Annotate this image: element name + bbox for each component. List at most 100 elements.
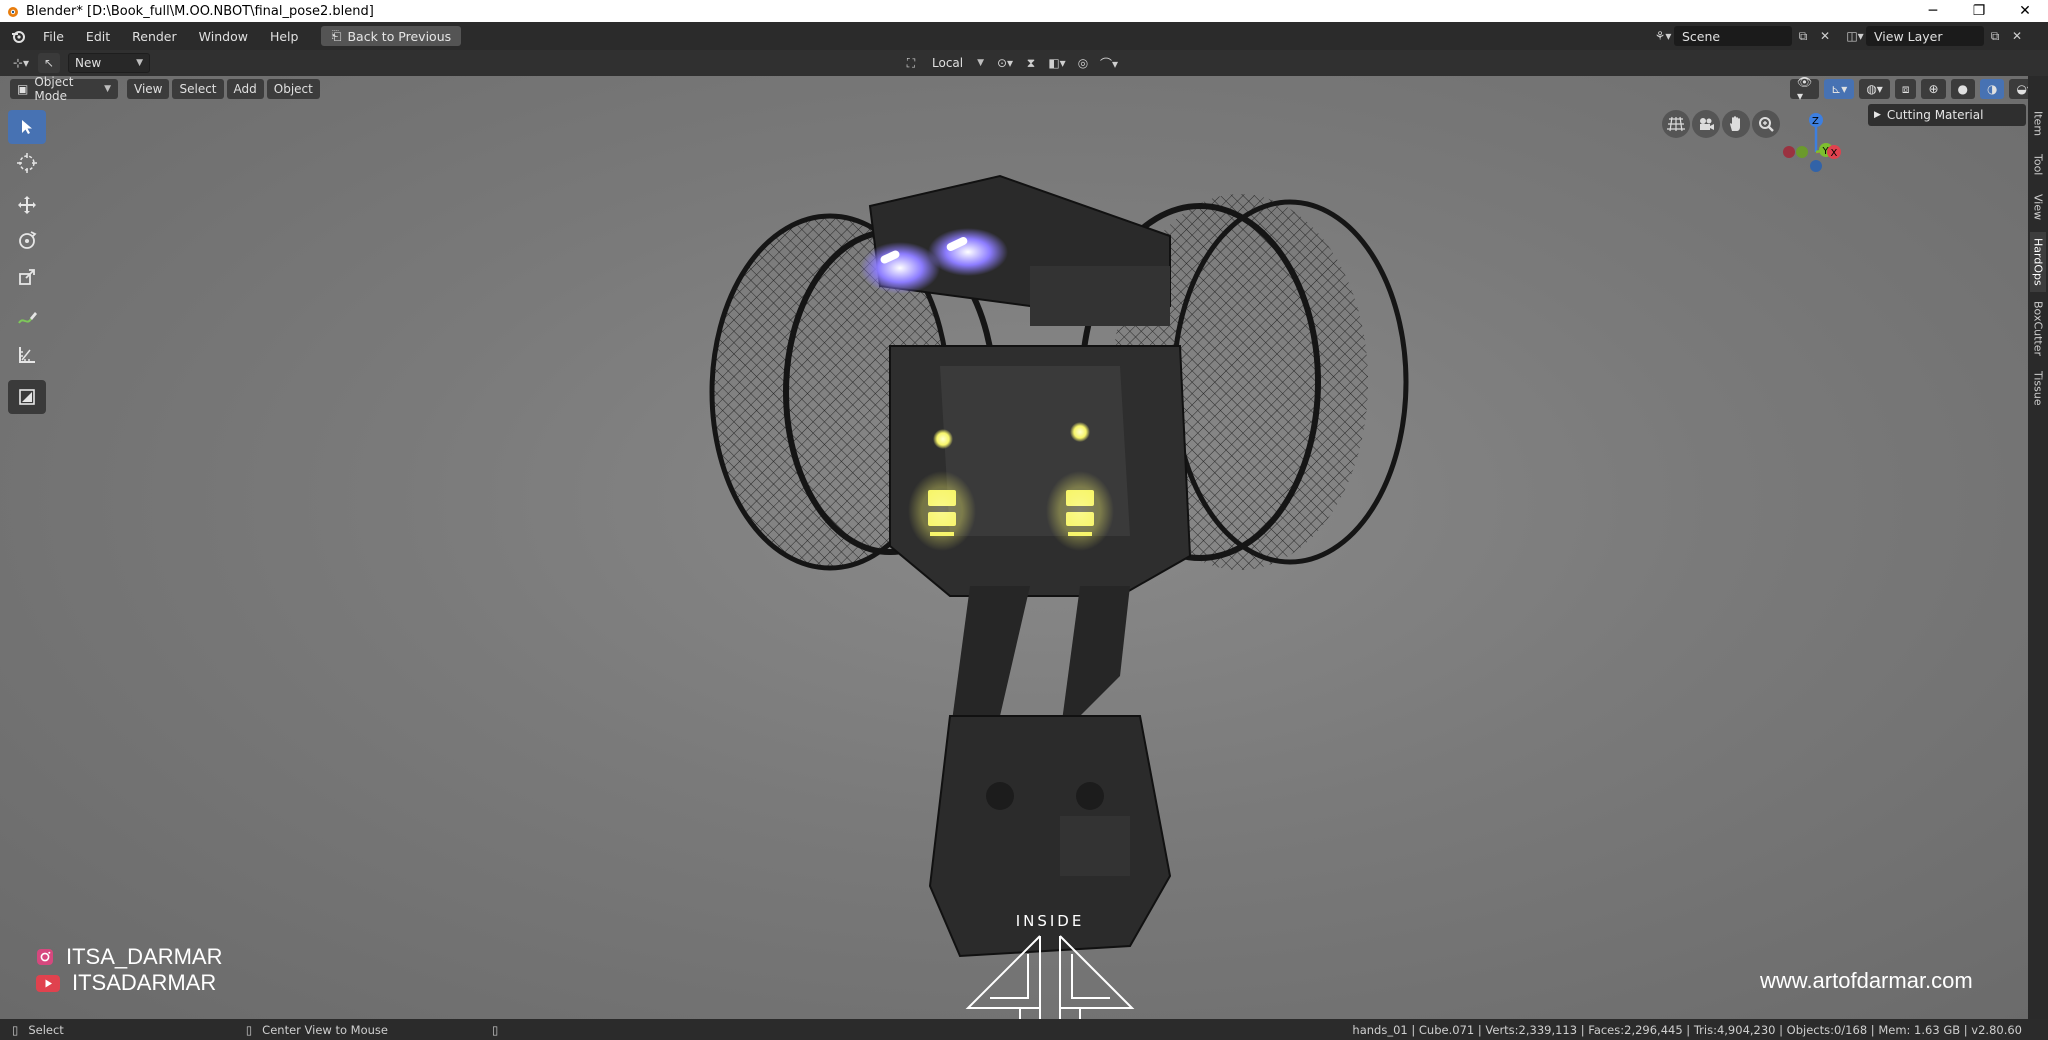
negative-y-axis-icon[interactable] (1796, 146, 1808, 158)
pivot-point-icon[interactable]: ⊙▾ (994, 53, 1016, 73)
youtube-credit: ITSADARMAR (36, 970, 216, 996)
minimize-button[interactable]: ─ (1910, 0, 1956, 22)
overlays-icon[interactable]: ◍▾ (1859, 79, 1890, 99)
top-menubar: File Edit Render Window Help ⎗ Back to P… (0, 22, 2048, 50)
camera-icon (1700, 118, 1714, 130)
transform-controls: ⛶ Local ▼ ⊙▾ ⧗ ◧▾ ◎ ⌒▾ (900, 53, 1120, 73)
object-mode-icon: ▣ (17, 82, 29, 96)
instagram-icon (37, 949, 53, 965)
visibility-icon[interactable]: 👁▾ (1790, 76, 1820, 103)
cutting-material-panel[interactable]: ▶ Cutting Material (1868, 104, 2026, 126)
menu-edit[interactable]: Edit (75, 22, 121, 50)
navigation-gizmo[interactable]: Y Z X (1772, 106, 1862, 190)
3d-cursor-icon (17, 153, 37, 173)
object-menu[interactable]: Object (266, 79, 320, 99)
menu-render[interactable]: Render (121, 22, 188, 50)
transform-orientation-dropdown[interactable]: Local ▼ (926, 53, 990, 73)
window-titlebar: Blender* [D:\Book_full\M.OO.NBOT\final_p… (0, 0, 2048, 22)
menu-window[interactable]: Window (188, 22, 259, 50)
material-shading-icon[interactable]: ◑ (1980, 79, 2005, 99)
new-view-layer-icon[interactable]: ⧉ (1984, 26, 2006, 46)
menu-file[interactable]: File (32, 22, 75, 50)
gizmo-toggle-icon[interactable]: ⊾▾ (1824, 79, 1855, 99)
scale-tool[interactable] (8, 260, 46, 294)
add-menu[interactable]: Add (226, 79, 264, 99)
viewport-header: ▣ Object Mode ▼ View Select Add Object 👁… (0, 76, 2028, 103)
logo-inside-text: INSIDE (1016, 914, 1085, 930)
object-mode-label: Object Mode (34, 76, 74, 103)
measure-ruler-icon (19, 347, 35, 363)
rendered-shading-icon[interactable]: ◒▾ (2009, 79, 2028, 99)
transform-orientation-label: Local (932, 56, 964, 70)
pan-view-button[interactable] (1722, 110, 1750, 138)
proportional-edit-icon[interactable]: ◎ (1072, 53, 1094, 73)
tab-item[interactable]: Item (2030, 106, 2046, 142)
back-to-previous-button[interactable]: ⎗ Back to Previous (321, 26, 462, 46)
scene-name-field[interactable]: Scene (1674, 26, 1792, 46)
tool-header: ⊹▾ ↖ New ▼ ⛶ Local ▼ ⊙▾ ⧗ ◧▾ ◎ ⌒▾ (0, 50, 2048, 76)
rotate-tool[interactable] (8, 224, 46, 258)
new-scene-icon[interactable]: ⧉ (1792, 26, 1814, 46)
grid-perspective-icon (1667, 116, 1685, 132)
snap-target-icon[interactable]: ◧▾ (1046, 53, 1068, 73)
solid-shading-icon[interactable]: ● (1950, 79, 1975, 99)
rotate-icon (19, 231, 37, 249)
measure-tool[interactable] (8, 338, 46, 372)
mouse-left-icon: ▯ (12, 1022, 19, 1037)
sidebar-tabs: Item Tool View HardOps BoxCutter Tissue (2028, 76, 2048, 1019)
status-bar: ▯ Select ▯ Center View to Mouse ▯ hands_… (0, 1019, 2048, 1040)
view-menu[interactable]: View (127, 79, 170, 99)
annotate-tool[interactable] (8, 302, 46, 336)
close-button[interactable]: ✕ (2002, 0, 2048, 22)
tab-view[interactable]: View (2030, 188, 2046, 226)
window-title: Blender* [D:\Book_full\M.OO.NBOT\final_p… (26, 3, 374, 19)
back-icon: ⎗ (331, 28, 342, 43)
scene-selector-group: ⚘▾ Scene ⧉ ✕ ◫▾ View Layer ⧉ ✕ (1652, 26, 2028, 46)
view-layer-field[interactable]: View Layer (1866, 26, 1984, 46)
active-tool-icon[interactable]: ↖ (38, 53, 60, 73)
negative-z-axis-icon[interactable] (1810, 160, 1822, 172)
new-dropdown[interactable]: New ▼ (68, 53, 150, 73)
scale-icon (19, 269, 35, 285)
tab-boxcutter[interactable]: BoxCutter (2030, 298, 2046, 360)
mouse-middle-icon: ▯ (245, 1022, 253, 1037)
snap-icon[interactable]: ⧗ (1020, 53, 1042, 73)
back-to-previous-label: Back to Previous (347, 28, 452, 44)
annotate-pencil-icon (18, 312, 37, 324)
viewport-shading-controls: 👁▾ ⊾▾ ◍▾ ⧈ ⊕ ● ◑ ◒▾ (1790, 76, 2028, 103)
blender-menu-icon[interactable] (4, 22, 32, 50)
select-box-tool[interactable] (8, 110, 46, 144)
status-center-view-label: Center View to Mouse (262, 1022, 388, 1037)
hardops-tool[interactable] (8, 380, 46, 414)
cursor-arrow-icon (22, 120, 32, 134)
move-tool[interactable] (8, 188, 46, 222)
robot-3d-model[interactable] (700, 116, 1420, 1019)
tab-tool[interactable]: Tool (2030, 148, 2046, 182)
editor-type-icon[interactable]: ⊹▾ (10, 53, 32, 73)
view-layer-browse-icon[interactable]: ◫▾ (1844, 26, 1866, 46)
x-axis-label: X (1831, 148, 1838, 159)
toggle-perspective-button[interactable] (1662, 110, 1690, 138)
select-menu[interactable]: Select (172, 79, 224, 99)
chevron-down-icon: ▼ (977, 58, 984, 68)
delete-scene-icon[interactable]: ✕ (1814, 26, 1836, 46)
camera-view-button[interactable] (1692, 110, 1720, 138)
hardops-icon (19, 389, 35, 405)
restore-button[interactable]: ❐ (1956, 0, 2002, 22)
delete-view-layer-icon[interactable]: ✕ (2006, 26, 2028, 46)
object-mode-dropdown[interactable]: ▣ Object Mode ▼ (10, 76, 118, 103)
tab-tissue[interactable]: Tissue (2030, 366, 2046, 410)
negative-x-axis-icon[interactable] (1783, 146, 1795, 158)
wireframe-shading-icon[interactable]: ⊕ (1921, 79, 1946, 99)
3d-viewport[interactable]: ▣ Object Mode ▼ View Select Add Object 👁… (0, 76, 2028, 1019)
falloff-icon[interactable]: ⌒▾ (1098, 53, 1120, 73)
xray-icon[interactable]: ⧈ (1894, 79, 1917, 99)
tab-hardops[interactable]: HardOps (2030, 232, 2046, 292)
scene-browse-icon[interactable]: ⚘▾ (1652, 26, 1674, 46)
hand-icon (1730, 116, 1740, 131)
left-toolbar (8, 110, 46, 416)
menu-help[interactable]: Help (259, 22, 310, 50)
expand-arrow-icon: ▶ (1874, 110, 1881, 120)
mouse-right-icon: ▯ (492, 1022, 499, 1037)
cursor-tool[interactable] (8, 146, 46, 180)
